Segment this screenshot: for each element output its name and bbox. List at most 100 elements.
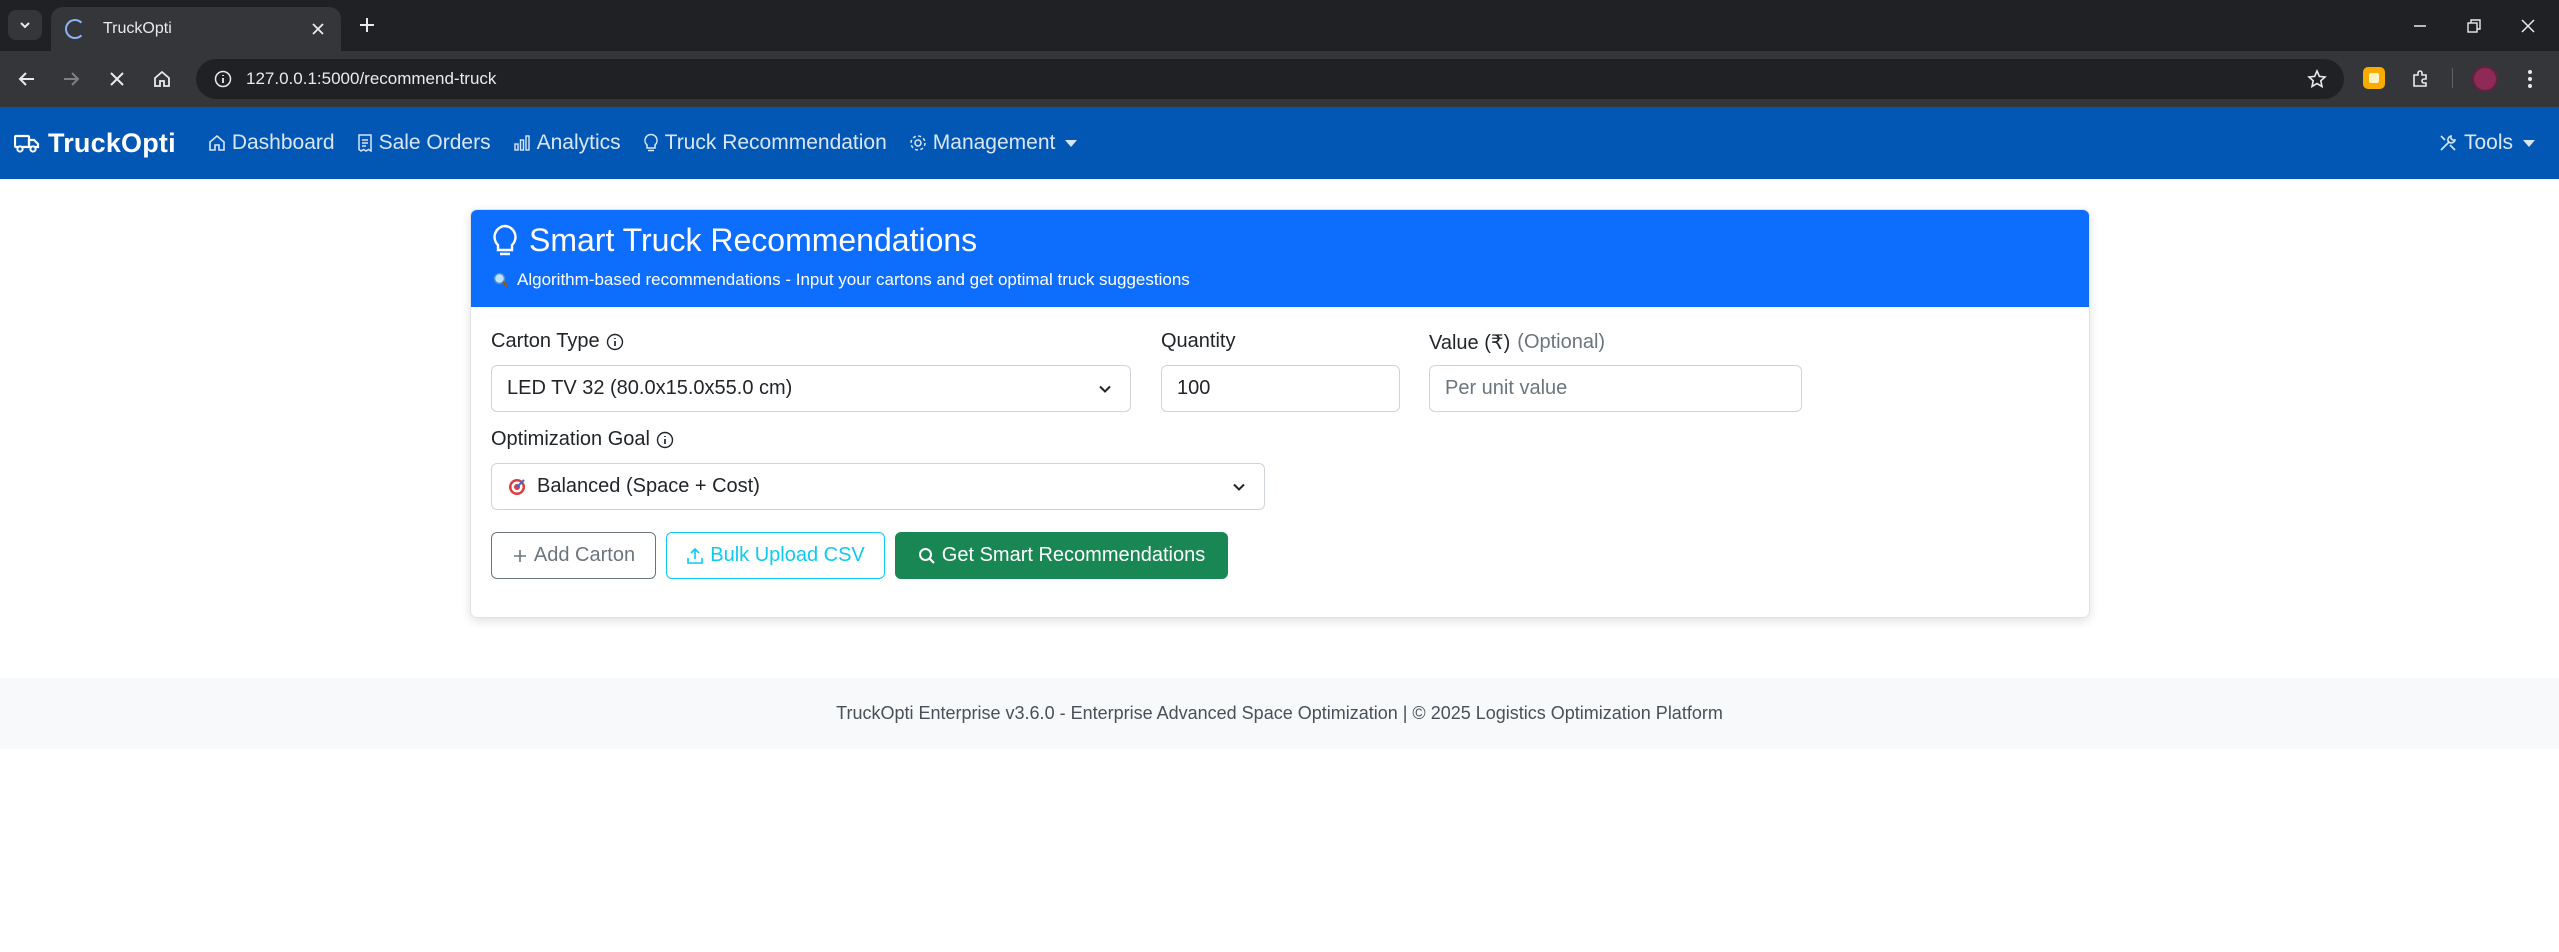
upload-icon bbox=[687, 547, 704, 564]
close-icon bbox=[110, 72, 124, 86]
quantity-value: 100 bbox=[1177, 377, 1211, 399]
optimization-goal-label-text: Optimization Goal bbox=[491, 428, 650, 450]
forward-button[interactable] bbox=[53, 61, 89, 97]
tab-close-button[interactable] bbox=[303, 14, 333, 44]
plus-icon bbox=[513, 549, 526, 562]
tab-title: TruckOpti bbox=[103, 20, 172, 37]
card-title-text: Smart Truck Recommendations bbox=[529, 222, 978, 258]
info-circle-icon[interactable] bbox=[656, 431, 674, 449]
browser-tabstrip: TruckOpti bbox=[0, 0, 2559, 51]
optimization-goal-label: Optimization Goal bbox=[491, 428, 674, 451]
toolbar-divider bbox=[2452, 68, 2453, 88]
receipt-icon bbox=[357, 134, 372, 152]
quantity-label: Quantity bbox=[1161, 330, 1235, 353]
extension-icon[interactable] bbox=[2363, 67, 2385, 89]
minimize-icon bbox=[2414, 24, 2426, 27]
brand-name: TruckOpti bbox=[48, 127, 176, 158]
get-recommendations-button[interactable]: Get Smart Recommendations bbox=[895, 532, 1228, 579]
nav-tools-dropdown[interactable]: Tools bbox=[2438, 107, 2535, 179]
new-tab-button[interactable] bbox=[350, 8, 384, 42]
gear-icon bbox=[910, 135, 926, 151]
plus-icon bbox=[360, 18, 374, 32]
lightbulb-icon bbox=[493, 224, 517, 255]
truck-icon bbox=[14, 134, 40, 153]
carton-type-label-text: Carton Type bbox=[491, 330, 600, 352]
page-footer: TruckOpti Enterprise v3.6.0 - Enterprise… bbox=[0, 678, 2559, 749]
carton-type-select[interactable]: LED TV 32 (80.0x15.0x55.0 cm) bbox=[491, 365, 1131, 412]
browser-toolbar: 127.0.0.1:5000/recommend-truck bbox=[0, 51, 2559, 107]
brand-link[interactable]: TruckOpti bbox=[14, 128, 176, 159]
nav-dashboard-label: Dashboard bbox=[231, 131, 335, 154]
bookmark-star-button[interactable] bbox=[2302, 64, 2332, 94]
app-navbar: TruckOpti Dashboard Sale Orders Analytic… bbox=[0, 107, 2559, 179]
restore-button[interactable] bbox=[2443, 0, 2505, 51]
nav-analytics-label: Analytics bbox=[536, 131, 621, 154]
recommendation-card: Smart Truck Recommendations Algorithm-ba… bbox=[470, 209, 2090, 618]
value-placeholder: Per unit value bbox=[1445, 377, 1568, 399]
nav-sale-orders-label: Sale Orders bbox=[378, 131, 491, 154]
extensions-button[interactable] bbox=[2402, 61, 2438, 97]
bulk-upload-csv-button[interactable]: Bulk Upload CSV bbox=[666, 532, 885, 579]
arrow-left-icon bbox=[18, 72, 34, 86]
profile-avatar[interactable] bbox=[2472, 66, 2498, 92]
house-icon bbox=[209, 134, 225, 151]
minimize-button[interactable] bbox=[2389, 0, 2451, 51]
chevron-down-icon bbox=[1099, 385, 1111, 393]
info-circle-icon[interactable] bbox=[606, 333, 624, 351]
tools-icon bbox=[2440, 135, 2457, 151]
bulk-upload-label: Bulk Upload CSV bbox=[710, 544, 865, 566]
star-icon bbox=[2307, 69, 2327, 89]
close-icon bbox=[312, 23, 324, 35]
card-subtitle: Algorithm-based recommendations - Input … bbox=[493, 270, 1190, 290]
get-recommendations-label: Get Smart Recommendations bbox=[941, 544, 1206, 566]
caret-down-icon bbox=[1065, 139, 1078, 147]
chevron-down-icon bbox=[1233, 483, 1245, 491]
add-carton-button[interactable]: Add Carton bbox=[491, 532, 656, 579]
nav-tools-label: Tools bbox=[2463, 131, 2513, 154]
close-icon bbox=[2521, 18, 2535, 33]
nav-sale-orders[interactable]: Sale Orders bbox=[357, 131, 491, 155]
bar-chart-icon bbox=[513, 135, 530, 151]
caret-down-icon bbox=[2523, 139, 2535, 147]
search-icon bbox=[918, 547, 935, 564]
card-header: Smart Truck Recommendations Algorithm-ba… bbox=[471, 210, 2089, 307]
carton-type-label: Carton Type bbox=[491, 330, 624, 353]
stop-loading-button[interactable] bbox=[99, 61, 135, 97]
quantity-label-text: Quantity bbox=[1161, 330, 1236, 352]
value-label: Value (₹) (Optional) bbox=[1429, 330, 1605, 355]
add-carton-label: Add Carton bbox=[533, 544, 636, 566]
restore-icon bbox=[2467, 18, 2481, 33]
carton-type-value: LED TV 32 (80.0x15.0x55.0 cm) bbox=[507, 377, 793, 399]
address-url: 127.0.0.1:5000/recommend-truck bbox=[246, 69, 497, 88]
quantity-input[interactable]: 100 bbox=[1161, 365, 1400, 412]
nav-truck-recommendation[interactable]: Truck Recommendation bbox=[643, 131, 887, 155]
kebab-menu-icon bbox=[2528, 70, 2532, 88]
nav-truck-recommendation-label: Truck Recommendation bbox=[664, 131, 887, 154]
browser-tab-active[interactable]: TruckOpti bbox=[51, 7, 341, 51]
puzzle-icon bbox=[2413, 70, 2427, 87]
lightbulb-icon bbox=[643, 133, 658, 152]
back-button[interactable] bbox=[9, 61, 45, 97]
nav-analytics[interactable]: Analytics bbox=[513, 131, 621, 155]
value-label-optional: (Optional) bbox=[1517, 331, 1606, 353]
nav-management-dropdown[interactable]: Management bbox=[909, 131, 1078, 155]
tab-search-button[interactable] bbox=[8, 10, 42, 40]
optimization-goal-select[interactable]: Balanced (Space + Cost) bbox=[491, 463, 1265, 510]
nav-dashboard[interactable]: Dashboard bbox=[208, 131, 335, 155]
nav-management-label: Management bbox=[932, 131, 1056, 154]
browser-menu-button[interactable] bbox=[2512, 61, 2548, 97]
address-bar[interactable]: 127.0.0.1:5000/recommend-truck bbox=[196, 59, 2344, 99]
loading-spinner-icon bbox=[65, 19, 85, 39]
value-label-text: Value (₹) bbox=[1429, 332, 1511, 354]
home-button[interactable] bbox=[144, 61, 180, 97]
chevron-down-icon bbox=[20, 22, 30, 29]
site-info-icon[interactable] bbox=[206, 70, 240, 88]
value-input[interactable]: Per unit value bbox=[1429, 365, 1802, 412]
optimization-goal-value: Balanced (Space + Cost) bbox=[537, 475, 760, 497]
home-icon bbox=[154, 70, 170, 87]
target-icon bbox=[507, 477, 527, 497]
arrow-right-icon bbox=[64, 72, 80, 86]
card-title: Smart Truck Recommendations bbox=[491, 222, 977, 259]
card-subtitle-text: Algorithm-based recommendations - Input … bbox=[517, 270, 1190, 289]
close-window-button[interactable] bbox=[2497, 0, 2559, 51]
